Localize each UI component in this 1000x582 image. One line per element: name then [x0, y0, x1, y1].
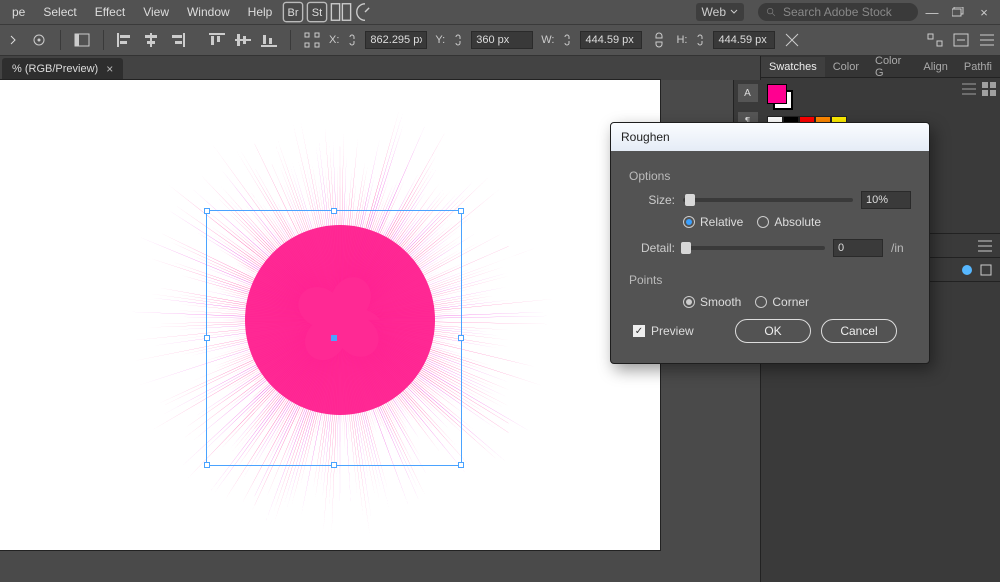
menu-view[interactable]: View [135, 2, 177, 22]
svg-text:St: St [312, 7, 322, 19]
handle-bot-right[interactable] [458, 462, 464, 468]
selection-tool-icon[interactable] [30, 31, 48, 49]
workspace-switcher[interactable]: Web [696, 3, 744, 21]
search-stock[interactable]: Search Adobe Stock [758, 3, 918, 21]
w-label: W: [541, 34, 554, 46]
smooth-radio[interactable]: Smooth [683, 295, 741, 309]
shape-builder-icon[interactable] [783, 31, 801, 49]
char-panel-icon[interactable]: A [738, 84, 758, 102]
preview-checkbox[interactable]: ✓ Preview [633, 324, 694, 338]
search-placeholder: Search Adobe Stock [783, 5, 892, 19]
handle-mid-right[interactable] [458, 335, 464, 341]
size-value[interactable]: 10% [861, 191, 911, 209]
edit-icon[interactable] [952, 31, 970, 49]
handle-top-mid[interactable] [331, 208, 337, 214]
detail-value[interactable]: 0 [833, 239, 883, 257]
y-field[interactable] [471, 31, 533, 49]
options-bar: X: Y: W: H: [0, 24, 1000, 56]
handle-bot-mid[interactable] [331, 462, 337, 468]
close-tab-icon[interactable]: × [106, 62, 113, 76]
h-label: H: [676, 34, 687, 46]
chevron-right-icon[interactable] [4, 31, 22, 49]
arrange-docs-icon[interactable] [330, 3, 352, 21]
panel-tabs: Swatches Color Color G Align Pathfi [761, 56, 1000, 78]
svg-text:Br: Br [288, 7, 299, 19]
x-field[interactable] [365, 31, 427, 49]
chevron-down-icon [730, 8, 738, 16]
stock-icon[interactable]: St [306, 3, 328, 21]
w-field[interactable] [580, 31, 642, 49]
search-icon [766, 7, 777, 18]
window-restore[interactable] [946, 5, 970, 20]
workspace-label: Web [702, 5, 726, 19]
menu-window[interactable]: Window [179, 2, 238, 22]
handle-top-left[interactable] [204, 208, 210, 214]
relative-radio[interactable]: Relative [683, 215, 743, 229]
align-top-icon[interactable] [208, 31, 226, 49]
cancel-button[interactable]: Cancel [821, 319, 897, 343]
detail-unit: /in [891, 241, 911, 255]
align-vcenter-icon[interactable] [234, 31, 252, 49]
menu-help[interactable]: Help [240, 2, 281, 22]
align-hcenter-icon[interactable] [142, 31, 160, 49]
window-minimize[interactable]: — [920, 5, 944, 20]
roughen-dialog: Roughen Options Size: 10% Relative Absol… [610, 122, 930, 364]
h-field[interactable] [713, 31, 775, 49]
isolate-icon[interactable] [926, 31, 944, 49]
document-tab-title: % (RGB/Preview) [12, 63, 98, 75]
align-left-icon[interactable] [116, 31, 134, 49]
bridge-icon[interactable]: Br [282, 3, 304, 21]
tab-swatches[interactable]: Swatches [761, 57, 825, 77]
size-label: Size: [629, 193, 675, 207]
panel-menu-icon[interactable] [978, 31, 996, 49]
menu-effect[interactable]: Effect [87, 2, 133, 22]
fill-swatch[interactable] [767, 84, 787, 104]
link-icon[interactable] [691, 31, 709, 49]
handle-mid-left[interactable] [204, 335, 210, 341]
menu-select[interactable]: Select [35, 2, 84, 22]
align-bottom-icon[interactable] [260, 31, 278, 49]
detail-label: Detail: [629, 241, 675, 255]
tab-align[interactable]: Align [915, 57, 955, 77]
absolute-radio[interactable]: Absolute [757, 215, 821, 229]
layer-visible-icon[interactable] [980, 264, 992, 276]
handle-center[interactable] [331, 335, 337, 341]
link-icon[interactable] [558, 31, 576, 49]
transform-icon[interactable] [303, 31, 321, 49]
corner-radio[interactable]: Corner [755, 295, 809, 309]
selection-bounding-box[interactable] [206, 210, 462, 466]
dialog-titlebar[interactable]: Roughen [611, 123, 929, 151]
window-close[interactable]: × [972, 5, 996, 20]
panel-menu-icon[interactable] [978, 240, 992, 252]
tab-color[interactable]: Color [825, 57, 867, 77]
tab-pathfinder[interactable]: Pathfi [956, 57, 1000, 77]
menu-bar: pe Select Effect View Window Help Br St … [0, 0, 1000, 24]
y-label: Y: [435, 34, 445, 46]
x-label: X: [329, 34, 339, 46]
ok-button[interactable]: OK [735, 319, 811, 343]
list-view-icon[interactable] [962, 82, 976, 96]
menu-type[interactable]: pe [4, 2, 33, 22]
dialog-title-text: Roughen [621, 130, 670, 144]
handle-top-right[interactable] [458, 208, 464, 214]
gpu-perf-icon[interactable] [354, 3, 376, 21]
points-section-label: Points [629, 273, 911, 287]
options-section-label: Options [629, 169, 911, 183]
align-right-icon[interactable] [168, 31, 186, 49]
artboard[interactable] [0, 80, 660, 550]
grid-view-icon[interactable] [982, 82, 996, 96]
link-icon[interactable] [343, 31, 361, 49]
detail-slider[interactable] [683, 246, 825, 250]
fill-stroke-indicator[interactable] [767, 84, 793, 110]
size-slider[interactable] [683, 198, 853, 202]
constrain-wh-icon[interactable] [650, 31, 668, 49]
handle-bot-left[interactable] [204, 462, 210, 468]
document-tab[interactable]: % (RGB/Preview) × [2, 58, 123, 80]
doc-setup-icon[interactable] [73, 31, 91, 49]
target-indicator-icon[interactable] [962, 265, 972, 275]
link-icon[interactable] [449, 31, 467, 49]
